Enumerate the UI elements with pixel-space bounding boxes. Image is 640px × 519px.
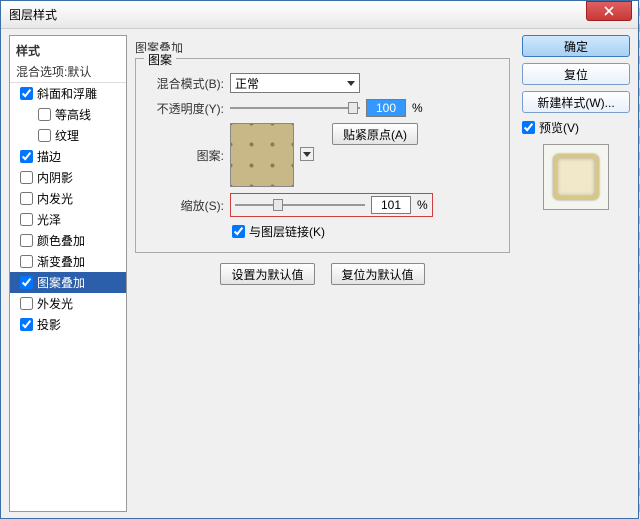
section-title: 图案叠加 xyxy=(135,39,510,56)
percent-label: % xyxy=(417,198,428,212)
fieldset-legend: 图案 xyxy=(144,51,176,68)
style-item-2[interactable]: 纹理 xyxy=(10,125,126,146)
style-checkbox[interactable] xyxy=(38,108,51,121)
style-checkbox[interactable] xyxy=(20,150,33,163)
ok-button[interactable]: 确定 xyxy=(522,35,630,57)
style-item-label: 外发光 xyxy=(37,295,73,312)
titlebar: 图层样式 xyxy=(1,1,638,29)
close-button[interactable] xyxy=(586,1,632,21)
pattern-dropdown[interactable] xyxy=(300,147,314,161)
style-item-1[interactable]: 等高线 xyxy=(10,104,126,125)
preview-label: 预览(V) xyxy=(539,119,579,136)
set-default-button[interactable]: 设置为默认值 xyxy=(220,263,314,285)
style-item-3[interactable]: 描边 xyxy=(10,146,126,167)
preview-box xyxy=(543,144,609,210)
snap-origin-button[interactable]: 贴紧原点(A) xyxy=(332,123,418,145)
style-item-0[interactable]: 斜面和浮雕 xyxy=(10,83,126,104)
scale-highlight-box: % xyxy=(230,193,433,217)
style-item-label: 描边 xyxy=(37,148,61,165)
opacity-input[interactable] xyxy=(366,99,406,117)
style-item-label: 内发光 xyxy=(37,190,73,207)
scale-input[interactable] xyxy=(371,196,411,214)
style-item-label: 图案叠加 xyxy=(37,274,85,291)
style-item-11[interactable]: 投影 xyxy=(10,314,126,335)
styles-header: 样式 xyxy=(10,40,126,61)
right-panel: 确定 复位 新建样式(W)... 预览(V) xyxy=(518,35,630,512)
dialog-body: 样式 混合选项:默认 斜面和浮雕等高线纹理描边内阴影内发光光泽颜色叠加渐变叠加图… xyxy=(1,29,638,518)
scale-label: 缩放(S): xyxy=(146,197,230,214)
percent-label: % xyxy=(412,101,423,115)
style-item-9[interactable]: 图案叠加 xyxy=(10,272,126,293)
opacity-slider-thumb[interactable] xyxy=(348,102,358,114)
pattern-fieldset: 图案 混合模式(B): 正常 不透明度(Y): % xyxy=(135,58,510,253)
style-checkbox[interactable] xyxy=(20,297,33,310)
scale-slider[interactable] xyxy=(235,198,365,212)
style-item-label: 光泽 xyxy=(37,211,61,228)
link-with-layer-checkbox[interactable] xyxy=(232,225,245,238)
style-item-label: 内阴影 xyxy=(37,169,73,186)
style-checkbox[interactable] xyxy=(20,192,33,205)
blend-mode-label: 混合模式(B): xyxy=(146,75,230,92)
preview-thumbnail xyxy=(553,154,599,200)
reset-default-button[interactable]: 复位为默认值 xyxy=(331,263,425,285)
style-item-label: 渐变叠加 xyxy=(37,253,85,270)
style-item-5[interactable]: 内发光 xyxy=(10,188,126,209)
style-item-label: 颜色叠加 xyxy=(37,232,85,249)
cancel-button[interactable]: 复位 xyxy=(522,63,630,85)
style-item-7[interactable]: 颜色叠加 xyxy=(10,230,126,251)
chevron-down-icon xyxy=(303,152,311,157)
blend-options-defaults[interactable]: 混合选项:默认 xyxy=(10,61,126,83)
style-item-label: 等高线 xyxy=(55,106,91,123)
chevron-down-icon xyxy=(347,81,355,86)
style-checkbox[interactable] xyxy=(20,255,33,268)
close-icon xyxy=(604,6,614,16)
style-checkbox[interactable] xyxy=(20,171,33,184)
preview-checkbox[interactable] xyxy=(522,121,535,134)
style-item-8[interactable]: 渐变叠加 xyxy=(10,251,126,272)
center-panel: 图案叠加 图案 混合模式(B): 正常 不透明度(Y): xyxy=(127,35,518,512)
style-item-label: 斜面和浮雕 xyxy=(37,85,97,102)
style-checkbox[interactable] xyxy=(20,276,33,289)
blend-mode-dropdown[interactable]: 正常 xyxy=(230,73,360,93)
style-item-6[interactable]: 光泽 xyxy=(10,209,126,230)
style-checkbox[interactable] xyxy=(38,129,51,142)
window-title: 图层样式 xyxy=(9,6,57,23)
opacity-slider[interactable] xyxy=(230,101,360,115)
new-style-button[interactable]: 新建样式(W)... xyxy=(522,91,630,113)
style-checkbox[interactable] xyxy=(20,234,33,247)
blend-mode-value: 正常 xyxy=(235,75,259,92)
style-item-label: 纹理 xyxy=(55,127,79,144)
style-item-4[interactable]: 内阴影 xyxy=(10,167,126,188)
style-checkbox[interactable] xyxy=(20,318,33,331)
pattern-swatch[interactable] xyxy=(230,123,294,187)
style-checkbox[interactable] xyxy=(20,87,33,100)
pattern-label: 图案: xyxy=(146,147,230,164)
link-with-layer-label: 与图层链接(K) xyxy=(249,223,325,240)
layer-style-dialog: 图层样式 样式 混合选项:默认 斜面和浮雕等高线纹理描边内阴影内发光光泽颜色叠加… xyxy=(0,0,639,519)
scale-slider-thumb[interactable] xyxy=(273,199,283,211)
opacity-label: 不透明度(Y): xyxy=(146,100,230,117)
style-checkbox[interactable] xyxy=(20,213,33,226)
style-item-label: 投影 xyxy=(37,316,61,333)
styles-list: 样式 混合选项:默认 斜面和浮雕等高线纹理描边内阴影内发光光泽颜色叠加渐变叠加图… xyxy=(9,35,127,512)
style-item-10[interactable]: 外发光 xyxy=(10,293,126,314)
